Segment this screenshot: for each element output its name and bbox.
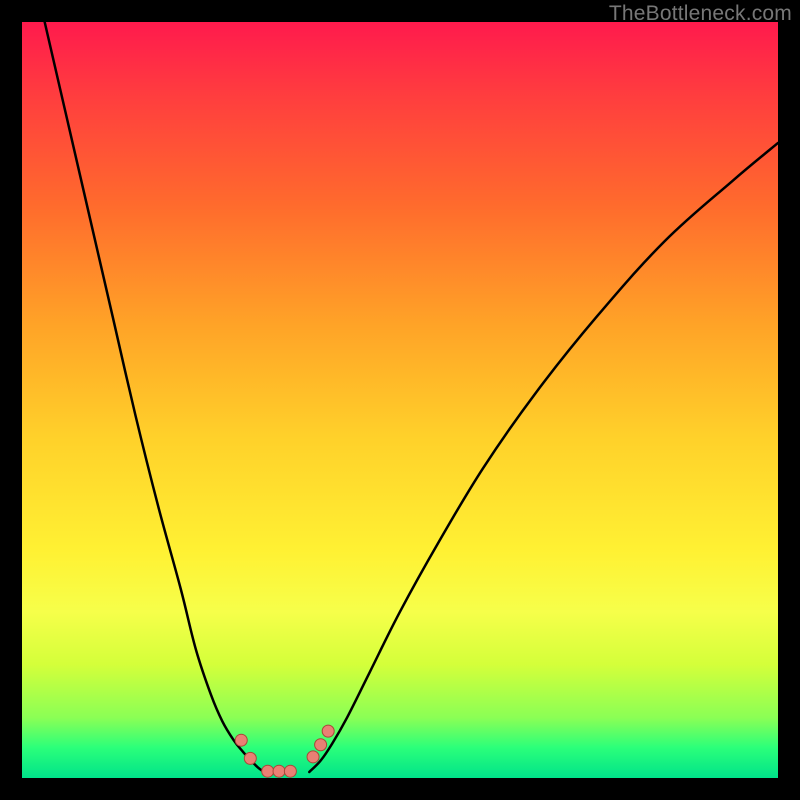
marker-point (235, 734, 247, 746)
marker-point (322, 725, 334, 737)
marker-point (307, 751, 319, 763)
data-markers (235, 725, 334, 777)
curve-right (309, 143, 778, 772)
chart-overlay (22, 22, 778, 778)
marker-point (284, 765, 296, 777)
marker-point (262, 765, 274, 777)
curve-left (45, 22, 264, 772)
marker-point (244, 752, 256, 764)
marker-point (315, 739, 327, 751)
marker-point (273, 765, 285, 777)
chart-container: TheBottleneck.com (0, 0, 800, 800)
watermark-text: TheBottleneck.com (609, 2, 792, 26)
